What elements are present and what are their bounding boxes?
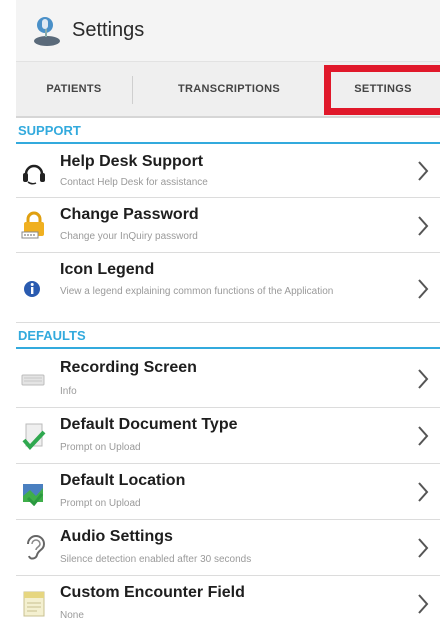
headset-icon [20,158,48,186]
tab-transcriptions-label: TRANSCRIPTIONS [178,83,280,95]
highlight-box [324,65,440,115]
note-icon [20,590,48,618]
list-item-default-document-type[interactable]: Default Document Type Prompt on Upload [16,408,440,464]
chevron-right-icon [416,425,430,447]
tab-transcriptions[interactable]: TRANSCRIPTIONS [132,62,326,116]
chevron-right-icon [416,368,430,390]
row-title: Change Password [60,206,199,223]
list-item-recording-screen[interactable]: Recording Screen Info [16,349,440,408]
left-margin [0,0,16,644]
document-check-icon [20,422,48,450]
section-header-defaults-label: DEFAULTS [18,327,86,343]
section-header-support-label: SUPPORT [18,122,81,138]
list-item-change-password[interactable]: Change Password Change your InQuiry pass… [16,198,440,253]
row-subtitle: Contact Help Desk for assistance [60,177,208,188]
row-subtitle: Prompt on Upload [60,442,141,453]
chevron-right-icon [416,537,430,559]
chevron-right-icon [416,593,430,615]
list-item-help-desk[interactable]: Help Desk Support Contact Help Desk for … [16,144,440,198]
chevron-right-icon [416,481,430,503]
info-icon [20,275,48,303]
app-logo-icon [32,15,62,47]
tab-patients-label: PATIENTS [46,83,102,95]
row-title: Default Location [60,472,186,489]
chevron-right-icon [416,160,430,182]
list-item-default-location[interactable]: Default Location Prompt on Upload [16,464,440,520]
row-subtitle: Change your InQuiry password [60,231,198,242]
list-item-icon-legend[interactable]: Icon Legend View a legend explaining com… [16,253,440,323]
list-item-audio-settings[interactable]: Audio Settings Silence detection enabled… [16,520,440,576]
row-title: Icon Legend [60,261,155,278]
keyboard-icon [20,365,48,393]
row-title: Recording Screen [60,359,197,376]
settings-screen: Settings PATIENTS TRANSCRIPTIONS SETTING… [16,0,440,644]
chevron-right-icon [416,215,430,237]
row-subtitle: None [60,610,84,621]
chevron-right-icon [416,278,430,300]
section-header-defaults: DEFAULTS [16,323,440,349]
location-icon [20,478,48,507]
page-title: Settings [72,19,145,41]
row-title: Default Document Type [60,416,238,433]
row-subtitle: Info [60,386,77,397]
row-title: Help Desk Support [60,153,204,170]
tab-bar: PATIENTS TRANSCRIPTIONS SETTINGS [16,62,440,118]
title-bar: Settings [16,0,440,62]
row-subtitle: View a legend explaining common function… [60,286,334,297]
lock-icon [20,210,48,239]
row-title: Custom Encounter Field [60,584,245,601]
ear-icon [20,532,48,560]
row-subtitle: Silence detection enabled after 30 secon… [60,554,252,565]
list-item-custom-encounter-field[interactable]: Custom Encounter Field None [16,576,440,636]
section-header-support: SUPPORT [16,118,440,144]
row-subtitle: Prompt on Upload [60,498,141,509]
row-title: Audio Settings [60,528,173,545]
tab-patients[interactable]: PATIENTS [16,62,132,116]
